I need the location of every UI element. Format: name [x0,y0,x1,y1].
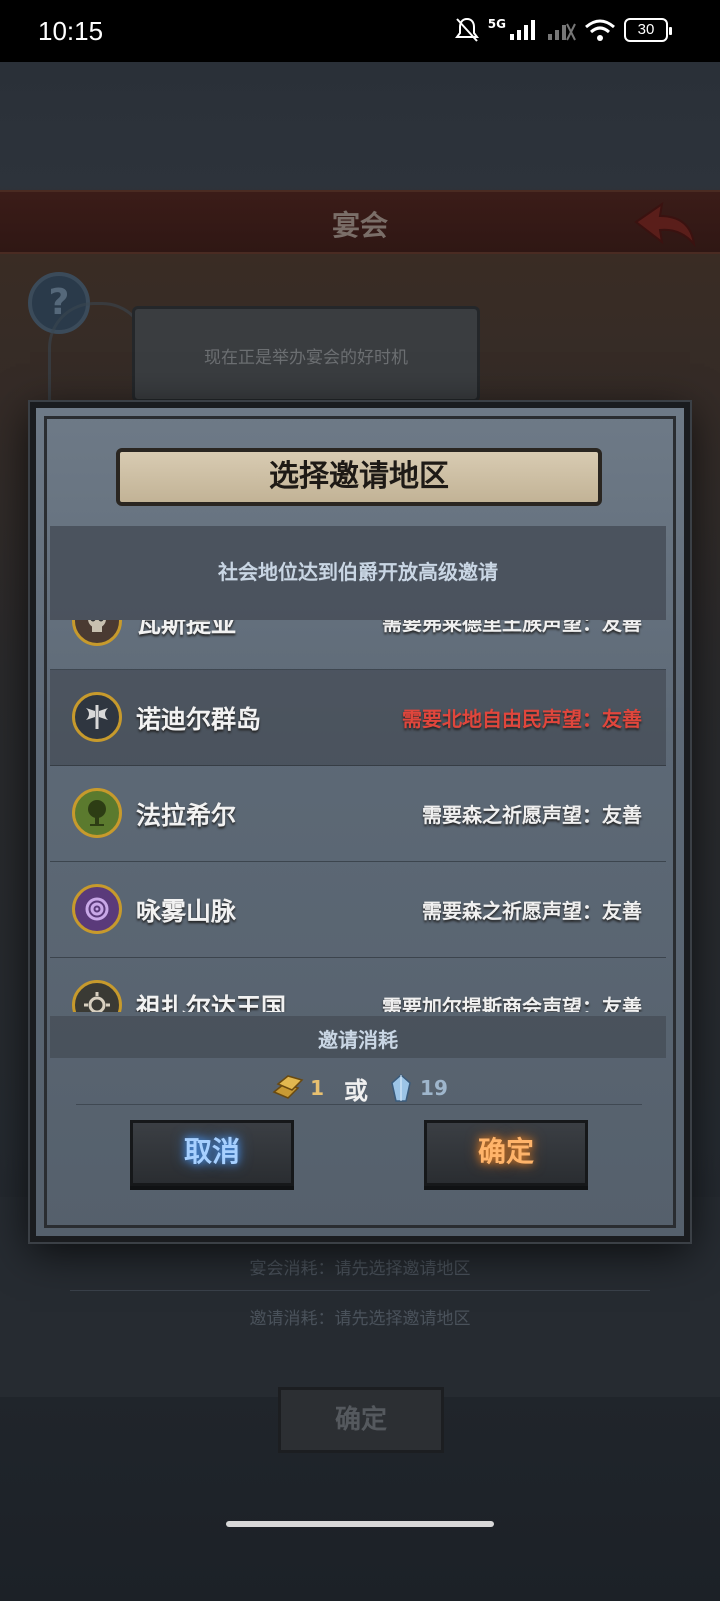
region-emblem [72,620,122,646]
region-name: 祖扎尔达王国 [136,993,287,1012]
region-emblem [72,980,122,1012]
region-requirement: 需要森之祈愿声望：友善 [422,899,642,923]
wifi-icon [585,19,615,41]
status-bar: 10:15 5G 30 [0,0,720,62]
battery-icon: 30 [624,18,672,42]
region-row[interactable]: 诺迪尔群岛 需要北地自由民声望：友善 [50,670,666,766]
region-emblem [72,788,122,838]
back-arrow-icon[interactable] [632,200,698,248]
fee-divider [70,1290,650,1291]
region-row[interactable]: 祖扎尔达王国 需要加尔提斯商会声望：友善 [50,958,666,1012]
swirl-icon [85,897,109,921]
background-title: 宴会 [331,209,388,242]
region-emblem [72,884,122,934]
cost-title: 邀请消耗 [318,1028,398,1052]
cost-crystal-value: 19 [420,1076,448,1100]
region-row[interactable]: 瓦斯提亚 需要弗莱德里王族声望：友善 [50,620,666,670]
banner-text: 现在正是举办宴会的好时机 [204,348,408,368]
region-name: 法拉希尔 [136,801,237,830]
cost-row: 1 或 19 [36,1068,684,1108]
region-name: 诺迪尔群岛 [136,705,262,734]
invite-cost-text: 邀请消耗：请先选择邀请地区 [249,1309,471,1329]
background-confirm-button[interactable]: 确定 [278,1387,444,1453]
region-row[interactable]: 法拉希尔 需要森之祈愿声望：友善 [50,766,666,862]
cost-gold-value: 1 [310,1076,325,1100]
region-requirement: 需要弗莱德里王族声望：友善 [382,620,642,635]
region-name: 瓦斯提亚 [136,620,237,638]
dialog-title: 选择邀请地区 [116,448,602,506]
mute-icon [454,17,479,42]
cancel-button[interactable]: 取消 [130,1120,294,1186]
axe-icon [86,705,108,729]
signal-2-icon [548,23,576,41]
gold-bar-icon [272,1075,304,1099]
tree-icon [88,800,106,826]
region-emblem [72,692,122,742]
region-requirement: 需要加尔提斯商会声望：友善 [382,995,642,1012]
cost-divider [76,1104,642,1105]
notice-text: 社会地位达到伯爵开放高级邀请 [218,560,498,584]
feast-cost-text: 宴会消耗：请先选择邀请地区 [249,1259,471,1279]
notice-bar: 社会地位达到伯爵开放高级邀请 [50,526,666,620]
network-label: 5G [487,17,506,31]
status-icons: 5G 30 [454,16,672,44]
status-time: 10:15 [38,16,104,46]
background-header: 宴会 [0,190,720,254]
region-list[interactable]: 瓦斯提亚 需要弗莱德里王族声望：友善 诺迪尔群岛 需要北地自由民声望：友善 法拉… [50,620,666,1012]
region-select-dialog: 选择邀请地区 社会地位达到伯爵开放高级邀请 瓦斯提亚 需要弗莱德里王族声望：友善… [30,402,690,1242]
home-indicator[interactable] [226,1521,494,1527]
skull-icon [88,620,106,632]
crystal-icon [391,1073,411,1102]
region-row[interactable]: 咏雾山脉 需要森之祈愿声望：友善 [50,862,666,958]
region-name: 咏雾山脉 [136,897,237,926]
region-requirement: 需要北地自由民声望：友善 [402,707,642,731]
sun-icon [84,992,110,1012]
cost-or: 或 [344,1076,369,1105]
region-requirement: 需要森之祈愿声望：友善 [422,803,642,827]
confirm-button[interactable]: 确定 [424,1120,588,1186]
cost-bar: 邀请消耗 [50,1016,666,1058]
signal-icon [510,20,535,40]
background-banner: 现在正是举办宴会的好时机 [132,306,480,402]
